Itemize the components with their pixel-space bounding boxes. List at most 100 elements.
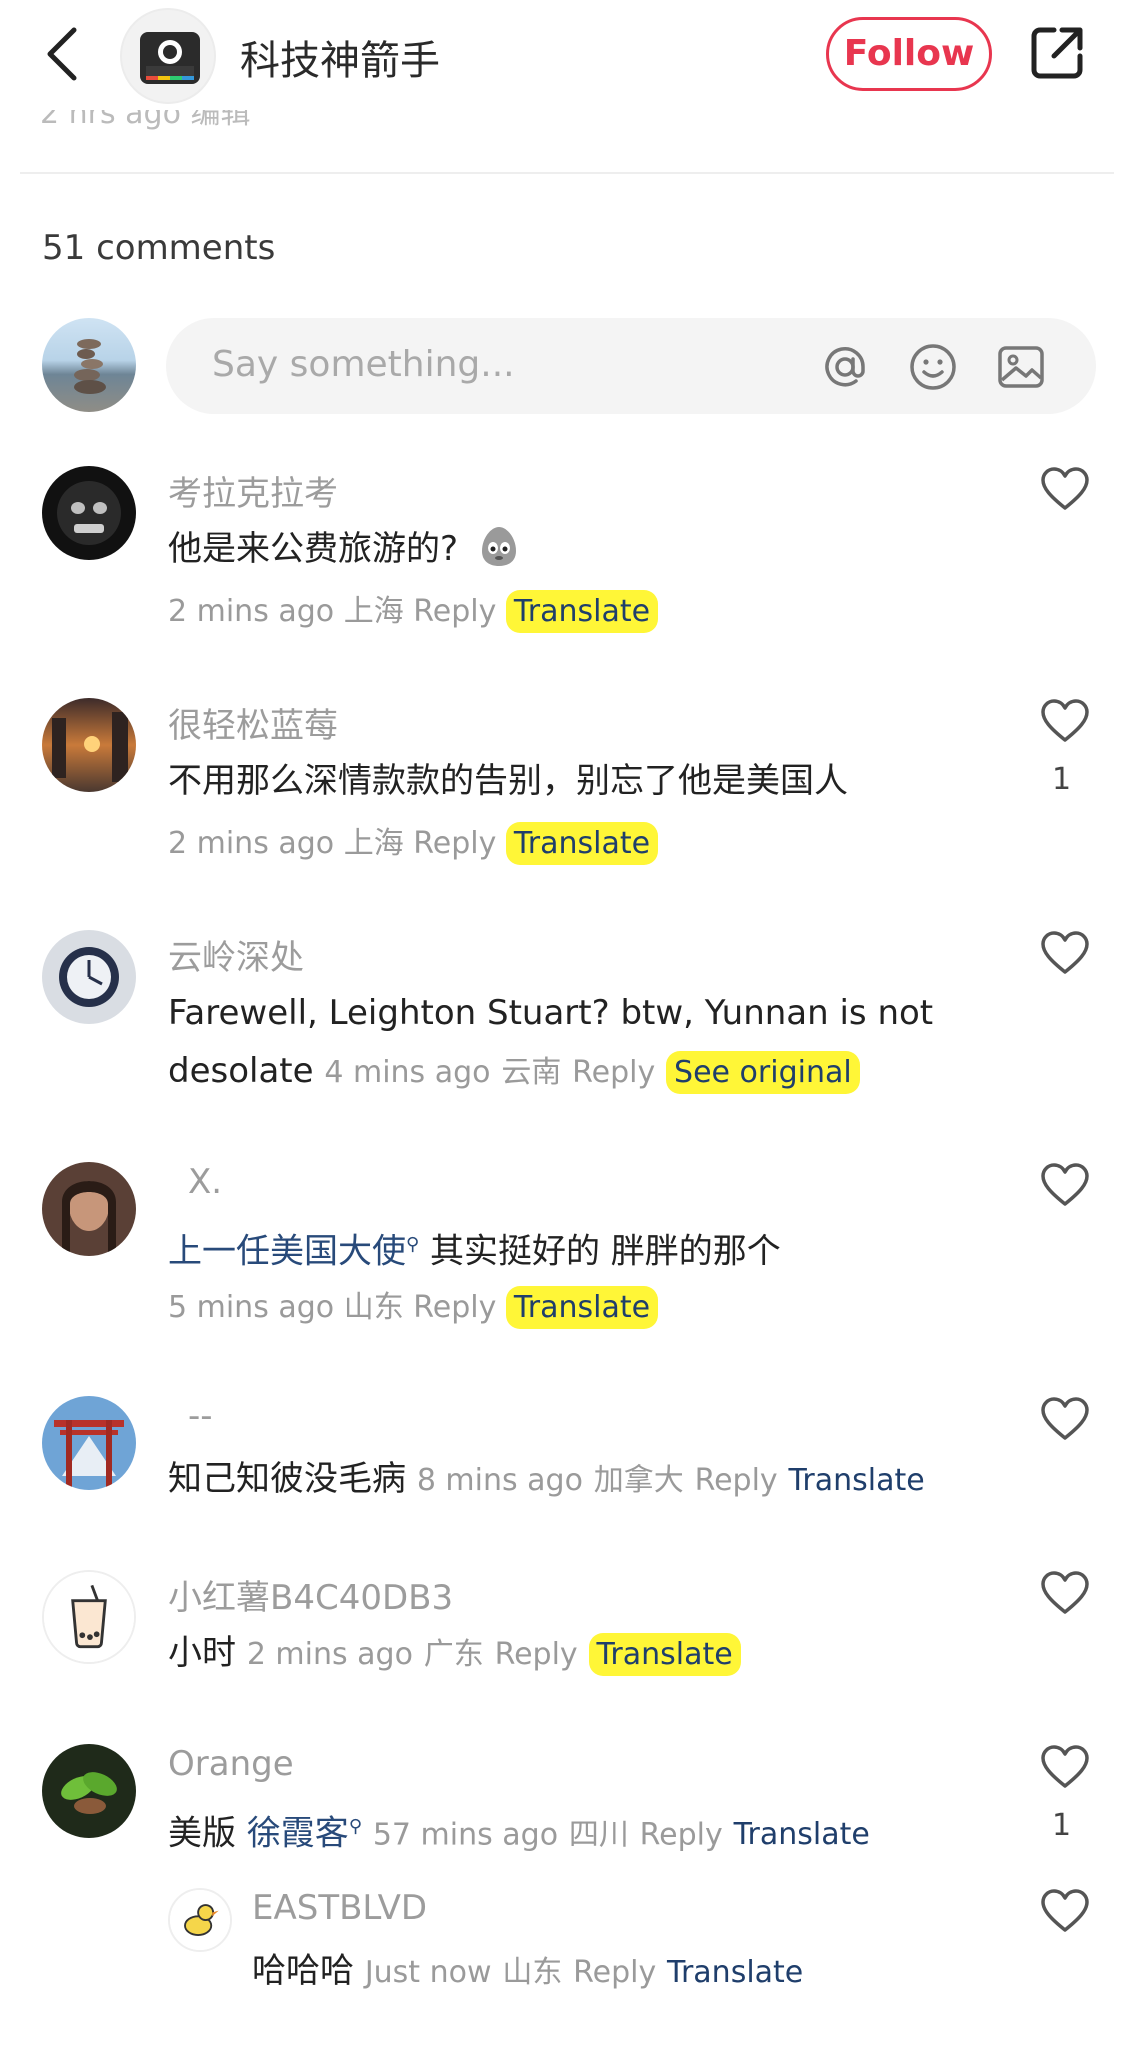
bubble-tea-avatar xyxy=(44,1572,134,1662)
sunset-city-avatar xyxy=(42,698,136,792)
comment-location: 山东 xyxy=(343,1290,404,1325)
comment-input[interactable]: Say something... xyxy=(166,318,1096,414)
clock-photo-avatar xyxy=(42,930,136,1024)
heart-icon xyxy=(1041,1397,1089,1440)
like-button[interactable] xyxy=(1040,930,1090,976)
heart-icon xyxy=(1041,931,1089,974)
reply-button[interactable]: Reply xyxy=(495,1637,578,1672)
reply-username[interactable]: EASTBLVD xyxy=(252,1888,427,1928)
like-button[interactable] xyxy=(1040,1744,1090,1790)
at-sign-icon xyxy=(825,347,865,387)
comment-meta: 2 mins ago 上海 Reply Translate xyxy=(168,818,659,865)
comment-location: 云南 xyxy=(501,1055,562,1090)
avatar[interactable] xyxy=(42,698,136,792)
heart-icon xyxy=(1041,467,1089,510)
reply-text: 哈哈哈 xyxy=(252,1951,354,1991)
camera-logo-icon xyxy=(140,32,200,84)
reply-time: Just now xyxy=(364,1955,492,1990)
dark-mask-avatar xyxy=(42,466,136,560)
like-button[interactable] xyxy=(1040,1396,1090,1442)
search-mini-icon: ⚲ xyxy=(406,1234,420,1255)
avatar[interactable] xyxy=(42,1570,136,1664)
reply-button[interactable]: Reply xyxy=(695,1463,778,1498)
top-bar: 科技神箭手 Follow xyxy=(0,0,1138,110)
author-avatar[interactable] xyxy=(120,8,216,104)
comment-username[interactable]: 小红薯B4C40DB3 xyxy=(168,1570,453,1619)
reply-button[interactable]: Reply xyxy=(573,1955,656,1990)
like-button[interactable] xyxy=(1040,698,1090,744)
like-button[interactable] xyxy=(1040,1888,1090,1934)
follow-button[interactable]: Follow xyxy=(826,17,992,91)
see-original-button[interactable]: See original xyxy=(666,1051,860,1094)
comment-username[interactable]: -- xyxy=(188,1396,213,1436)
comment-time: 5 mins ago xyxy=(168,1290,335,1325)
comment-time: 2 mins ago xyxy=(168,826,335,861)
share-icon xyxy=(1031,27,1083,79)
stacked-stones-image xyxy=(74,339,106,394)
like-button[interactable] xyxy=(1040,1570,1090,1616)
heart-icon xyxy=(1041,1163,1089,1206)
reply-button[interactable]: Reply xyxy=(413,594,496,629)
comment-location: 上海 xyxy=(343,826,404,861)
like-button[interactable] xyxy=(1040,1162,1090,1208)
emoji-button[interactable] xyxy=(908,342,958,392)
translate-button[interactable]: Translate xyxy=(789,1463,925,1498)
comment-time: 2 mins ago xyxy=(246,1637,413,1672)
translate-button[interactable]: Translate xyxy=(505,590,659,633)
heart-icon xyxy=(1041,1745,1089,1788)
comment-username[interactable]: X. xyxy=(188,1162,222,1202)
like-count: 1 xyxy=(1052,1808,1072,1843)
comment-text-line2: desolate xyxy=(168,1051,314,1091)
avatar[interactable] xyxy=(42,466,136,560)
translate-button[interactable]: Translate xyxy=(588,1633,741,1676)
translate-button[interactable]: Translate xyxy=(667,1955,803,1990)
comments-count: 51 comments xyxy=(42,228,276,268)
translate-button[interactable]: Translate xyxy=(505,822,659,865)
comment-text: 他是来公费旅游的? xyxy=(168,529,459,569)
avatar[interactable] xyxy=(42,1162,136,1256)
comment-text: 美版 xyxy=(168,1813,247,1854)
comment-meta: 5 mins ago 山东 Reply Translate xyxy=(168,1282,659,1329)
translate-button[interactable]: Translate xyxy=(505,1286,659,1329)
comment-text-row: 上一任美国大使⚲ 其实挺好的 胖胖的那个 xyxy=(168,1216,968,1280)
comment-username[interactable]: 云岭深处 xyxy=(168,930,304,979)
avatar[interactable] xyxy=(42,1396,136,1490)
comment-username[interactable]: Orange xyxy=(168,1744,294,1784)
post-meta-cut: 2 hrs ago 编辑 xyxy=(40,110,251,131)
comment-text: 其实挺好的 胖胖的那个 xyxy=(419,1231,781,1272)
comment-meta: 2 mins ago 上海 Reply Translate xyxy=(168,586,659,633)
comment-input-placeholder: Say something... xyxy=(212,344,515,385)
topic-link[interactable]: 徐霞客 xyxy=(247,1813,349,1853)
portrait-avatar xyxy=(42,1162,136,1256)
translate-button[interactable]: Translate xyxy=(734,1817,870,1852)
comment-time: 2 mins ago xyxy=(168,594,335,629)
image-icon xyxy=(998,346,1044,388)
avatar[interactable] xyxy=(42,930,136,1024)
reply-location: 山东 xyxy=(502,1955,563,1990)
comment-text-row: 小时 2 mins ago 广东 Reply Translate xyxy=(168,1624,1068,1684)
share-button[interactable] xyxy=(1028,24,1086,82)
comment-time: 8 mins ago xyxy=(416,1463,583,1498)
avatar[interactable] xyxy=(42,1744,136,1838)
avatar[interactable] xyxy=(168,1888,232,1952)
my-avatar xyxy=(42,318,136,412)
like-button[interactable] xyxy=(1040,466,1090,512)
comment-location: 四川 xyxy=(568,1817,629,1853)
back-button[interactable] xyxy=(40,22,84,86)
mention-button[interactable] xyxy=(820,342,870,392)
topic-link[interactable]: 上一任美国大使 xyxy=(168,1231,406,1271)
reply-button[interactable]: Reply xyxy=(413,826,496,861)
reply-button[interactable]: Reply xyxy=(640,1817,723,1852)
comment-username[interactable]: 考拉克拉考 xyxy=(168,466,338,515)
reply-text-row: 哈哈哈 Just now 山东 Reply Translate xyxy=(252,1942,1052,2002)
comment-username[interactable]: 很轻松蓝莓 xyxy=(168,698,338,747)
image-button[interactable] xyxy=(996,342,1046,392)
like-count: 1 xyxy=(1052,762,1072,797)
reply-button[interactable]: Reply xyxy=(413,1290,496,1325)
comment-time: 4 mins ago xyxy=(324,1055,491,1090)
author-name[interactable]: 科技神箭手 xyxy=(240,28,440,86)
divider xyxy=(20,172,1114,174)
comment-time: 57 mins ago xyxy=(372,1817,559,1853)
comment-text: 不用那么深情款款的告别，别忘了他是美国人 xyxy=(168,761,848,801)
reply-button[interactable]: Reply xyxy=(572,1055,655,1090)
